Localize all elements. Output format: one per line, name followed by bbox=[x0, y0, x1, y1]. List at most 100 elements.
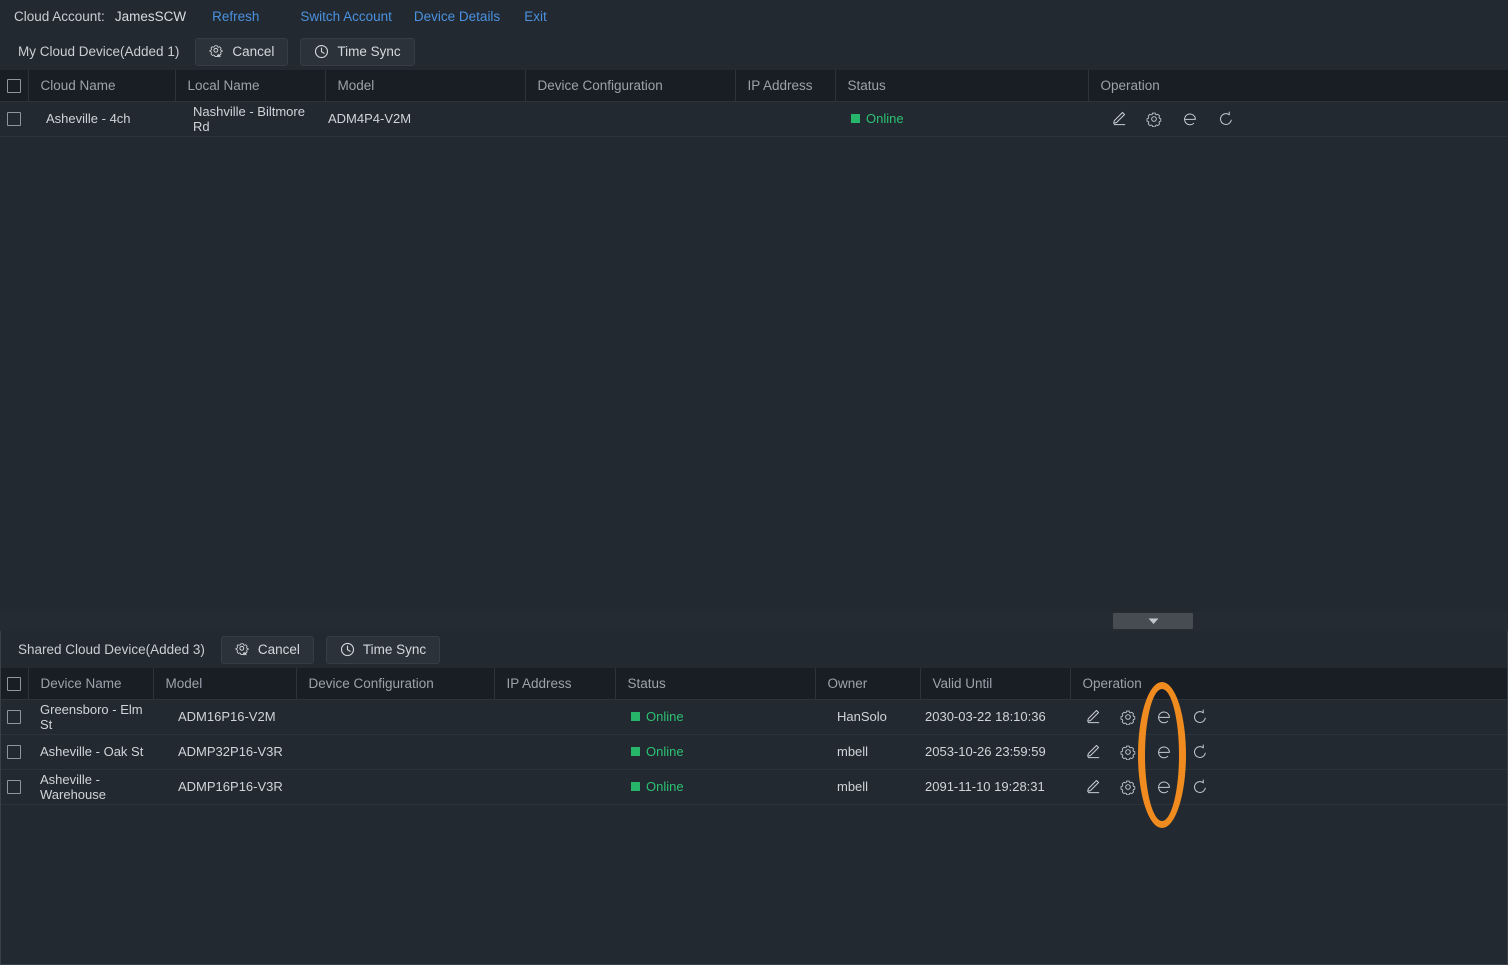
cell-operation bbox=[1070, 769, 1508, 804]
col-status[interactable]: Status bbox=[615, 668, 815, 699]
table-row[interactable]: Greensboro - Elm St ADM16P16-V2M Online … bbox=[0, 699, 1508, 734]
edit-icon[interactable] bbox=[1082, 742, 1102, 762]
shared-cloud-title: Shared Cloud Device(Added 3) bbox=[18, 642, 205, 657]
gear-x-icon bbox=[235, 642, 250, 657]
my-cloud-cancel-label: Cancel bbox=[232, 44, 274, 59]
reboot-icon[interactable] bbox=[1190, 742, 1210, 762]
cell-cloud-name: Asheville - 4ch bbox=[28, 101, 175, 136]
my-cloud-cancel-button[interactable]: Cancel bbox=[195, 38, 288, 66]
chevron-down-icon bbox=[1148, 612, 1159, 630]
settings-icon[interactable] bbox=[1118, 742, 1138, 762]
row-select-cell bbox=[0, 101, 28, 136]
settings-icon[interactable] bbox=[1144, 109, 1164, 129]
cell-operation bbox=[1088, 101, 1508, 136]
col-model[interactable]: Model bbox=[325, 70, 525, 101]
edit-icon[interactable] bbox=[1108, 109, 1128, 129]
cell-valid-until: 2030-03-22 18:10:36 bbox=[920, 699, 1070, 734]
device-details-link[interactable]: Device Details bbox=[414, 9, 500, 24]
shared-cloud-device-panel: Shared Cloud Device(Added 3) Cancel bbox=[0, 631, 1508, 965]
cell-owner: mbell bbox=[815, 769, 920, 804]
edit-icon[interactable] bbox=[1082, 707, 1102, 727]
operation-icons bbox=[1082, 707, 1508, 727]
col-device-name[interactable]: Device Name bbox=[28, 668, 153, 699]
disable-icon[interactable] bbox=[1180, 109, 1200, 129]
col-ip-address[interactable]: IP Address bbox=[735, 70, 835, 101]
clock-icon bbox=[314, 44, 329, 59]
cloud-account-label: Cloud Account: bbox=[14, 9, 105, 24]
col-ip-address[interactable]: IP Address bbox=[494, 668, 615, 699]
col-cloud-name[interactable]: Cloud Name bbox=[28, 70, 175, 101]
col-device-configuration[interactable]: Device Configuration bbox=[296, 668, 494, 699]
row-select-checkbox[interactable] bbox=[7, 780, 21, 794]
shared-select-all-header bbox=[0, 668, 28, 699]
cell-device-name: Greensboro - Elm St bbox=[28, 699, 153, 734]
cell-ip-address bbox=[494, 734, 615, 769]
operation-icons bbox=[1082, 777, 1508, 797]
settings-icon[interactable] bbox=[1118, 777, 1138, 797]
my-cloud-device-panel: My Cloud Device(Added 1) Cancel bbox=[0, 33, 1508, 612]
cell-model: ADM16P16-V2M bbox=[153, 699, 296, 734]
table-row[interactable]: Asheville - Oak St ADMP32P16-V3R Online … bbox=[0, 734, 1508, 769]
cell-status: Online bbox=[615, 769, 815, 804]
window-frame-left bbox=[0, 631, 1, 965]
switch-account-link[interactable]: Switch Account bbox=[300, 9, 392, 24]
col-local-name[interactable]: Local Name bbox=[175, 70, 325, 101]
settings-icon[interactable] bbox=[1118, 707, 1138, 727]
table-row[interactable]: Asheville - Warehouse ADMP16P16-V3R Onli… bbox=[0, 769, 1508, 804]
status-indicator bbox=[851, 114, 860, 123]
cell-device-configuration bbox=[296, 699, 494, 734]
cell-ip-address bbox=[494, 769, 615, 804]
refresh-link[interactable]: Refresh bbox=[212, 9, 259, 24]
col-status[interactable]: Status bbox=[835, 70, 1088, 101]
col-owner[interactable]: Owner bbox=[815, 668, 920, 699]
my-cloud-toolbar: My Cloud Device(Added 1) Cancel bbox=[0, 33, 1508, 70]
status-indicator bbox=[631, 747, 640, 756]
edit-icon[interactable] bbox=[1082, 777, 1102, 797]
disable-icon[interactable] bbox=[1154, 777, 1174, 797]
row-select-cell bbox=[0, 734, 28, 769]
reboot-icon[interactable] bbox=[1190, 707, 1210, 727]
cell-device-configuration bbox=[296, 769, 494, 804]
my-cloud-select-all-checkbox[interactable] bbox=[7, 79, 21, 93]
exit-link[interactable]: Exit bbox=[524, 9, 547, 24]
status-badge: Online bbox=[646, 744, 684, 759]
status-badge: Online bbox=[646, 779, 684, 794]
cell-status: Online bbox=[615, 734, 815, 769]
splitter-handle[interactable] bbox=[1113, 613, 1193, 629]
shared-cloud-cancel-button[interactable]: Cancel bbox=[221, 636, 314, 664]
cell-device-configuration bbox=[525, 101, 735, 136]
shared-cloud-table: Device Name Model Device Configuration I… bbox=[0, 668, 1508, 805]
my-cloud-table-header: Cloud Name Local Name Model Device Confi… bbox=[0, 70, 1508, 101]
shared-select-all-checkbox[interactable] bbox=[7, 677, 21, 691]
col-device-configuration[interactable]: Device Configuration bbox=[525, 70, 735, 101]
clock-icon bbox=[340, 642, 355, 657]
row-select-checkbox[interactable] bbox=[7, 745, 21, 759]
disable-icon[interactable] bbox=[1154, 742, 1174, 762]
col-operation[interactable]: Operation bbox=[1088, 70, 1508, 101]
col-operation[interactable]: Operation bbox=[1070, 668, 1508, 699]
row-select-cell bbox=[0, 769, 28, 804]
reboot-icon[interactable] bbox=[1190, 777, 1210, 797]
panel-splitter[interactable] bbox=[0, 612, 1508, 631]
my-cloud-time-sync-button[interactable]: Time Sync bbox=[300, 38, 414, 66]
gear-x-icon bbox=[209, 44, 224, 59]
row-select-checkbox[interactable] bbox=[7, 710, 21, 724]
row-select-checkbox[interactable] bbox=[7, 112, 21, 126]
shared-cloud-toolbar: Shared Cloud Device(Added 3) Cancel bbox=[0, 631, 1508, 668]
cell-device-name: Asheville - Warehouse bbox=[28, 769, 153, 804]
cell-valid-until: 2053-10-26 23:59:59 bbox=[920, 734, 1070, 769]
cloud-device-manager-window: Cloud Account: JamesSCW Refresh Switch A… bbox=[0, 0, 1508, 965]
reboot-icon[interactable] bbox=[1216, 109, 1236, 129]
cell-device-name: Asheville - Oak St bbox=[28, 734, 153, 769]
cell-owner: HanSolo bbox=[815, 699, 920, 734]
cell-model: ADMP16P16-V3R bbox=[153, 769, 296, 804]
shared-cloud-time-sync-button[interactable]: Time Sync bbox=[326, 636, 440, 664]
cell-valid-until: 2091-11-10 19:28:31 bbox=[920, 769, 1070, 804]
disable-icon[interactable] bbox=[1154, 707, 1174, 727]
cell-status: Online bbox=[835, 101, 1088, 136]
table-row[interactable]: Asheville - 4ch Nashville - Biltmore Rd … bbox=[0, 101, 1508, 136]
shared-cloud-cancel-label: Cancel bbox=[258, 642, 300, 657]
col-valid-until[interactable]: Valid Until bbox=[920, 668, 1070, 699]
cell-model: ADMP32P16-V3R bbox=[153, 734, 296, 769]
col-model[interactable]: Model bbox=[153, 668, 296, 699]
